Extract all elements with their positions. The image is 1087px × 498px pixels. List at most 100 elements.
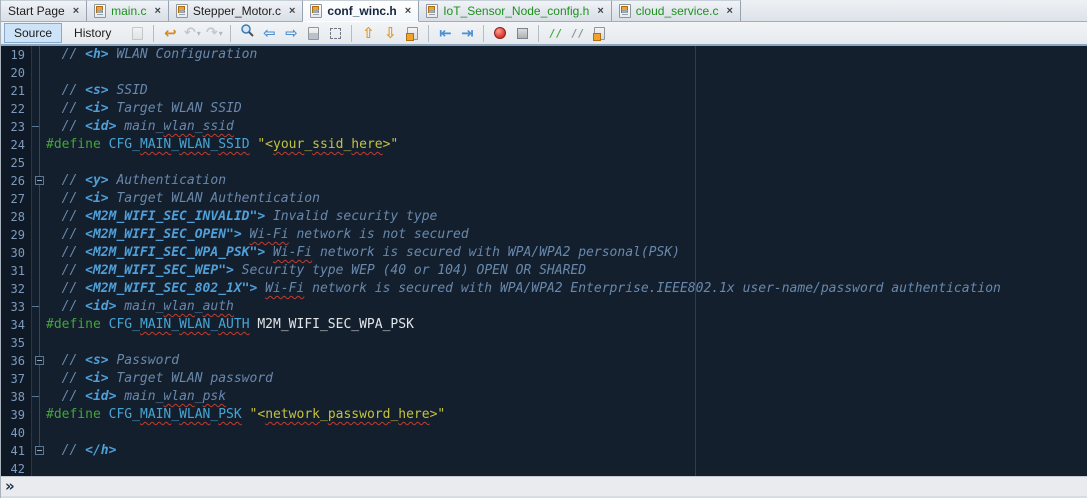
fold-column bbox=[32, 280, 46, 298]
uncomment-icon[interactable]: // bbox=[567, 23, 587, 43]
comment-icon[interactable]: // bbox=[545, 23, 565, 43]
tab-cloud-service-c[interactable]: cloud_service.c × bbox=[611, 0, 741, 21]
find-previous-occurrence-icon[interactable]: ⇦ bbox=[259, 23, 279, 43]
code-line: 26 // <y> Authentication bbox=[1, 172, 1087, 190]
code-text: #define CFG_MAIN_WLAN_PSK "<network_pass… bbox=[46, 407, 446, 422]
code-text: // <id> main_wlan_psk bbox=[46, 389, 227, 404]
fold-column bbox=[32, 406, 46, 424]
tab-label: Stepper_Motor.c bbox=[192, 4, 281, 18]
rectangular-selection-icon[interactable] bbox=[325, 23, 345, 43]
fold-collapse-icon[interactable] bbox=[35, 176, 44, 185]
tab-iot-sensor-node-config-h[interactable]: IoT_Sensor_Node_config.h × bbox=[419, 0, 612, 21]
start-macro-recording-icon[interactable] bbox=[490, 23, 510, 43]
line-number: 40 bbox=[1, 424, 32, 442]
code-line: 42 bbox=[1, 460, 1087, 476]
line-number: 39 bbox=[1, 406, 32, 424]
line-number: 36 bbox=[1, 352, 32, 370]
h-file-icon bbox=[426, 4, 439, 18]
tab-close-icon[interactable]: × bbox=[154, 5, 160, 17]
toolbar-separator bbox=[230, 24, 232, 42]
fold-column bbox=[32, 190, 46, 208]
fold-end-marker bbox=[32, 306, 39, 307]
shift-line-right-icon[interactable]: ⇥ bbox=[457, 23, 477, 43]
code-text: // <M2M_WIFI_SEC_OPEN"> Wi-Fi network is… bbox=[46, 227, 469, 242]
line-number: 37 bbox=[1, 370, 32, 388]
code-line: 25 bbox=[1, 154, 1087, 172]
code-text: #define CFG_MAIN_WLAN_SSID "<your_ssid_h… bbox=[46, 137, 399, 152]
find-next-occurrence-icon[interactable]: ⇨ bbox=[281, 23, 301, 43]
fold-column bbox=[32, 100, 46, 118]
line-number: 31 bbox=[1, 262, 32, 280]
fold-column bbox=[32, 172, 46, 190]
source-view-button[interactable]: Source bbox=[4, 23, 63, 43]
fold-column bbox=[32, 118, 46, 136]
fold-column bbox=[32, 82, 46, 100]
ide-window: Start Page × main.c × Stepper_Motor.c × conf_w… bbox=[0, 0, 1087, 498]
code-text: // <i> Target WLAN SSID bbox=[46, 101, 242, 116]
previous-bookmark-icon[interactable]: ⇧ bbox=[358, 23, 378, 43]
code-text: // <id> main_wlan_ssid bbox=[46, 119, 234, 134]
tab-start-page[interactable]: Start Page × bbox=[1, 0, 88, 21]
back-icon: ↶ ▾ bbox=[184, 25, 201, 41]
line-number: 24 bbox=[1, 136, 32, 154]
line-number: 33 bbox=[1, 298, 32, 316]
code-line: 19 // <h> WLAN Configuration bbox=[1, 46, 1087, 64]
c-file-icon bbox=[618, 4, 631, 18]
code-line: 28 // <M2M_WIFI_SEC_INVALID"> Invalid se… bbox=[1, 208, 1087, 226]
tab-main-c[interactable]: main.c × bbox=[87, 0, 169, 21]
last-edit-location-icon[interactable]: ↩ bbox=[160, 23, 180, 43]
stop-macro-recording-icon[interactable] bbox=[512, 23, 532, 43]
breadcrumb-expand-chevron-icon[interactable]: » bbox=[5, 479, 15, 494]
code-line: 27 // <i> Target WLAN Authentication bbox=[1, 190, 1087, 208]
toolbar-separator bbox=[483, 24, 485, 42]
history-view-button[interactable]: History bbox=[64, 23, 121, 43]
code-line: 23 // <id> main_wlan_ssid bbox=[1, 118, 1087, 136]
toggle-highlight-search-icon[interactable] bbox=[303, 23, 323, 43]
fold-collapse-icon[interactable] bbox=[35, 446, 44, 455]
shift-line-left-icon[interactable]: ⇤ bbox=[435, 23, 455, 43]
code-text: // <id> main_wlan_auth bbox=[46, 299, 234, 314]
tab-close-icon[interactable]: × bbox=[726, 5, 732, 17]
line-number: 25 bbox=[1, 154, 32, 172]
code-line: 41 // </h> bbox=[1, 442, 1087, 460]
code-text: // <M2M_WIFI_SEC_WEP"> Security type WEP… bbox=[46, 263, 587, 278]
line-number: 30 bbox=[1, 244, 32, 262]
h-file-icon bbox=[310, 4, 323, 18]
find-selection-icon[interactable] bbox=[237, 23, 257, 43]
fold-column bbox=[32, 244, 46, 262]
code-line: 30 // <M2M_WIFI_SEC_WPA_PSK"> Wi-Fi netw… bbox=[1, 244, 1087, 262]
fold-collapse-icon[interactable] bbox=[35, 356, 44, 365]
tab-stepper-motor-c[interactable]: Stepper_Motor.c × bbox=[168, 0, 304, 21]
code-text: // <s> Password bbox=[46, 353, 180, 368]
tab-close-icon[interactable]: × bbox=[597, 5, 603, 17]
fold-column bbox=[32, 46, 46, 64]
tab-close-icon[interactable]: × bbox=[405, 5, 411, 17]
editor-tab-bar: Start Page × main.c × Stepper_Motor.c × conf_w… bbox=[1, 0, 1087, 22]
fold-column bbox=[32, 442, 46, 460]
fold-column bbox=[32, 334, 46, 352]
forward-icon: ↷ ▾ bbox=[206, 25, 223, 41]
line-number: 28 bbox=[1, 208, 32, 226]
code-text: // <s> SSID bbox=[46, 83, 148, 98]
go-to-header-source-icon[interactable] bbox=[589, 23, 609, 43]
fold-column bbox=[32, 370, 46, 388]
tab-close-icon[interactable]: × bbox=[73, 5, 79, 17]
toolbar-separator bbox=[428, 24, 430, 42]
code-text: // <M2M_WIFI_SEC_INVALID"> Invalid secur… bbox=[46, 209, 438, 224]
breadcrumb-bar: » bbox=[1, 476, 1087, 496]
fold-column bbox=[32, 64, 46, 82]
fold-column bbox=[32, 298, 46, 316]
toolbar-separator bbox=[351, 24, 353, 42]
tab-close-icon[interactable]: × bbox=[289, 5, 295, 17]
toggle-bookmark-icon[interactable] bbox=[402, 23, 422, 43]
code-line: 22 // <i> Target WLAN SSID bbox=[1, 100, 1087, 118]
tab-conf-winc-h[interactable]: conf_winc.h × bbox=[303, 0, 420, 22]
code-line: 40 bbox=[1, 424, 1087, 442]
fold-end-marker bbox=[32, 396, 39, 397]
fold-column bbox=[32, 424, 46, 442]
code-editor[interactable]: 19 // <h> WLAN Configuration 20 21 // <s> … bbox=[1, 46, 1087, 476]
code-text: // <y> Authentication bbox=[46, 173, 227, 188]
fold-column bbox=[32, 208, 46, 226]
next-bookmark-icon[interactable]: ⇩ bbox=[380, 23, 400, 43]
fold-column bbox=[32, 460, 46, 476]
